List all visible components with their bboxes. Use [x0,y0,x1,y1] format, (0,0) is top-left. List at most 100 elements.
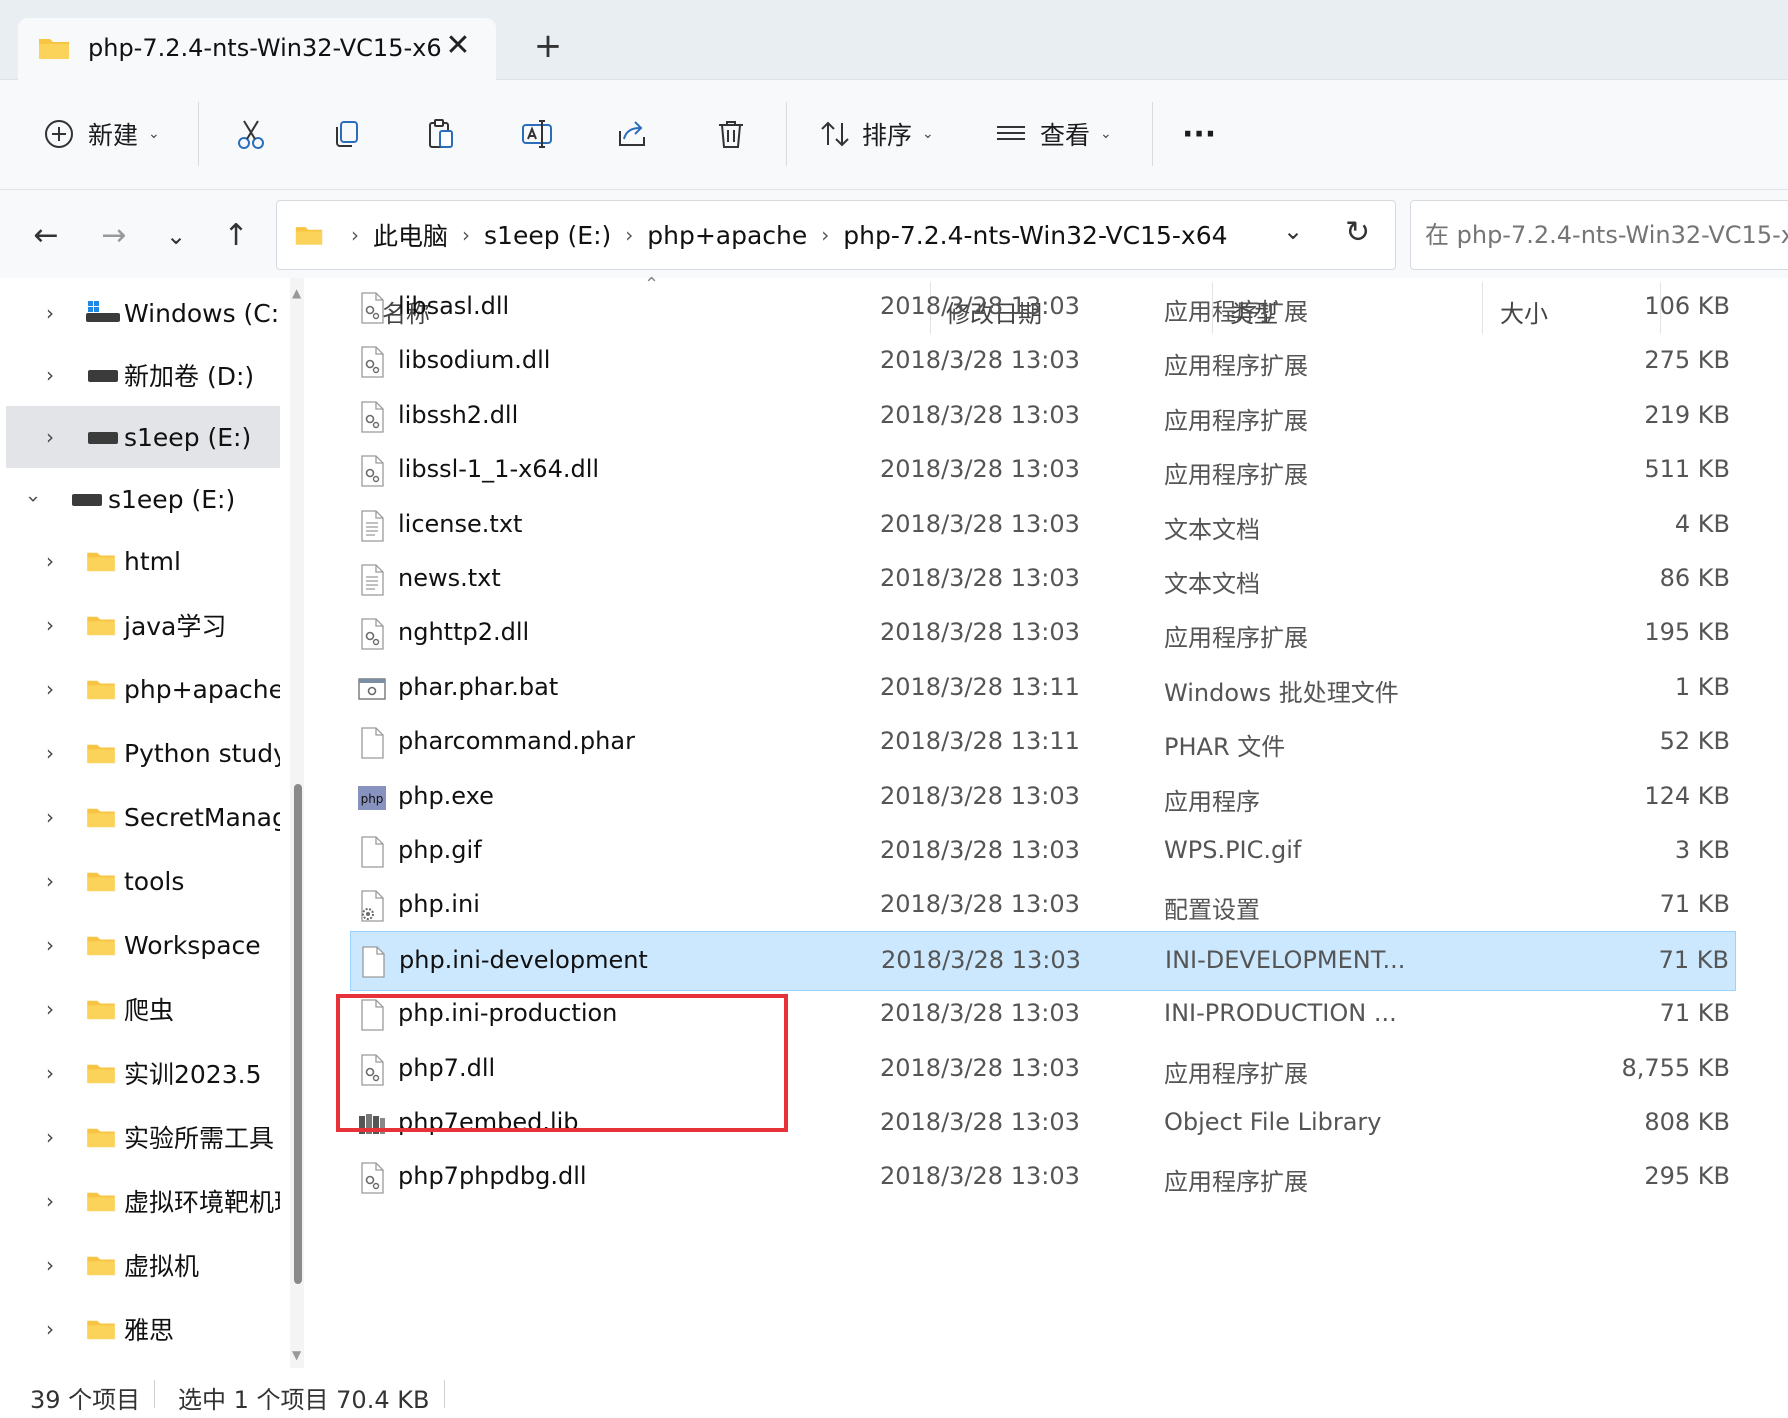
sidebar-item-folder[interactable]: › html [6,530,280,592]
file-row[interactable]: php7embed.lib 2018/3/28 13:03 Object File … [350,1094,1736,1154]
address-dropdown-icon[interactable]: ⌄ [1283,217,1303,245]
file-row[interactable]: pharcommand.phar 2018/3/28 13:11 PHAR 文件 52… [350,713,1736,773]
file-type: INI-DEVELOPMENT... [1165,945,1406,974]
expand-chevron-icon[interactable]: › [46,869,54,893]
more-options-button[interactable]: ··· [1182,110,1216,158]
file-row[interactable]: php.ini 2018/3/28 13:03 配置设置 71 KB [350,876,1736,936]
sidebar-item-folder[interactable]: › 爬虫 [6,978,280,1040]
share-button[interactable] [616,110,650,158]
address-bar[interactable]: › 此电脑 › s1eep (E:) › php+apache › php-7.… [276,200,1396,270]
recent-locations-chevron-icon[interactable]: ⌄ [156,216,196,256]
file-size: 275 KB [1644,346,1730,375]
breadcrumb-this-pc[interactable]: 此电脑 [373,217,448,253]
up-arrow-icon[interactable]: ↑ [216,216,256,256]
rename-button[interactable] [520,110,554,158]
folder-icon [87,680,115,700]
expand-chevron-icon[interactable]: › [46,363,54,387]
tab-strip: php-7.2.4-nts-Win32-VC15-x6 ✕ + [0,0,1788,82]
expand-chevron-icon[interactable]: › [46,933,54,957]
breadcrumb-current-folder[interactable]: php-7.2.4-nts-Win32-VC15-x64 [843,221,1227,250]
file-row[interactable]: php php.exe 2018/3/28 13:03 应用程序 124 KB [350,768,1736,828]
scroll-down-icon[interactable]: ▼ [292,1348,301,1362]
divider [1152,102,1153,166]
tab-active[interactable]: php-7.2.4-nts-Win32-VC15-x6 ✕ [18,18,496,82]
copy-button[interactable] [330,110,364,158]
expand-chevron-icon[interactable]: › [46,741,54,765]
expand-chevron-icon[interactable]: › [46,805,54,829]
sidebar-item-folder[interactable]: › java学习 [6,594,280,656]
sidebar-item-folder[interactable]: › Python study [6,722,280,784]
refresh-icon[interactable]: ↻ [1345,215,1370,250]
text-file-icon [361,509,384,542]
file-row[interactable]: libsasl.dll 2018/3/28 13:03 应用程序扩展 106 KB [350,278,1736,338]
sidebar-item-folder[interactable]: › 雅思 [6,1298,280,1360]
file-row[interactable]: libssl-1_1-x64.dll 2018/3/28 13:03 应用程序扩展 5… [350,441,1736,501]
file-row[interactable]: libsodium.dll 2018/3/28 13:03 应用程序扩展 275 KB [350,332,1736,392]
file-date: 2018/3/28 13:03 [880,400,1080,429]
dll-icon [361,401,384,433]
blank-file-icon [362,946,385,978]
delete-button[interactable] [714,110,748,158]
sidebar-item-d-drive[interactable]: › 新加卷 (D:) [6,344,280,406]
sidebar-item-folder[interactable]: › 虚拟机 [6,1234,280,1296]
file-type: 文本文档 [1164,570,1260,598]
search-box[interactable] [1410,200,1788,270]
folder-icon [295,227,323,245]
back-arrow-icon[interactable]: ← [26,216,66,256]
file-type: 文本文档 [1164,515,1260,544]
file-type: 应用程序扩展 [1164,624,1308,653]
expand-chevron-icon[interactable]: › [46,549,54,573]
scroll-up-icon[interactable]: ▲ [292,286,301,300]
sidebar-item-label: Workspace [124,930,261,960]
file-row[interactable]: license.txt 2018/3/28 13:03 文本文档 4 KB [350,496,1736,556]
sidebar-item-e-drive-selected[interactable]: › s1eep (E:) [6,406,280,468]
new-tab-button[interactable]: + [528,26,568,66]
file-name: php.ini-development [399,945,648,974]
sidebar-scrollbar-thumb[interactable] [294,784,302,1284]
sidebar-item-folder[interactable]: › 实训2023.5 [6,1042,280,1104]
dll-icon [361,346,384,379]
file-row[interactable]: php7.dll 2018/3/28 13:03 应用程序扩展 8,755 KB [350,1040,1736,1100]
file-row[interactable]: nghttp2.dll 2018/3/28 13:03 应用程序扩展 195 KB [350,604,1736,664]
search-input[interactable] [1411,201,1788,269]
file-size: 106 KB [1644,292,1730,320]
file-row-selected[interactable]: php.ini-development 2018/3/28 13:03 INI-DE… [350,930,1736,991]
sidebar-item-folder[interactable]: › php+apache [6,658,280,720]
new-button[interactable]: 新建 ⌄ [42,110,160,158]
chevron-down-icon: ⌄ [148,126,160,142]
sidebar-item-folder[interactable]: › SecretManage [6,786,280,848]
file-date: 2018/3/28 13:11 [880,672,1080,701]
sidebar-item-folder[interactable]: › Workspace [6,914,280,976]
sidebar-item-folder[interactable]: › tools [6,850,280,912]
file-row[interactable]: news.txt 2018/3/28 13:03 文本文档 86 KB [350,550,1736,610]
sort-button[interactable]: 排序 ⌄ [818,110,934,158]
breadcrumb-drive[interactable]: s1eep (E:) [484,221,611,250]
expand-chevron-icon[interactable]: › [46,997,54,1021]
expand-chevron-icon[interactable]: › [46,1189,54,1213]
close-tab-icon[interactable]: ✕ [440,28,476,64]
expand-chevron-icon[interactable]: › [46,1061,54,1085]
file-row[interactable]: phar.phar.bat 2018/3/28 13:11 Windows 批处理文… [350,659,1736,719]
expand-chevron-icon[interactable]: › [46,1253,54,1277]
cut-button[interactable] [234,110,268,158]
sidebar-item-folder[interactable]: › 虚拟环境靶机环 [6,1170,280,1232]
expand-chevron-icon[interactable]: › [46,301,54,325]
file-row[interactable]: php.gif 2018/3/28 13:03 WPS.PIC.gif 3 KB [350,822,1736,882]
collapse-chevron-icon[interactable]: › [22,495,46,503]
expand-chevron-icon[interactable]: › [46,1125,54,1149]
sidebar-item-windows-c[interactable]: › Windows (C:) [6,282,280,344]
expand-chevron-icon[interactable]: › [46,677,54,701]
tab-title: php-7.2.4-nts-Win32-VC15-x6 [88,34,442,62]
file-row[interactable]: php.ini-production 2018/3/28 13:03 INI-PRO… [350,985,1736,1045]
expand-chevron-icon[interactable]: › [46,425,54,449]
file-row[interactable]: libssh2.dll 2018/3/28 13:03 应用程序扩展 219 KB [350,387,1736,447]
view-button[interactable]: 查看 ⌄ [994,110,1112,158]
expand-chevron-icon[interactable]: › [46,1317,54,1341]
sidebar-item-e-drive-expanded[interactable]: › s1eep (E:) [6,468,280,530]
file-row[interactable]: php7phpdbg.dll 2018/3/28 13:03 应用程序扩展 295 K… [350,1148,1736,1208]
breadcrumb-php-apache[interactable]: php+apache [647,221,807,250]
paste-button[interactable] [424,110,458,158]
sidebar-item-folder[interactable]: › 实验所需工具 [6,1106,280,1168]
forward-arrow-icon[interactable]: → [94,216,134,256]
expand-chevron-icon[interactable]: › [46,613,54,637]
